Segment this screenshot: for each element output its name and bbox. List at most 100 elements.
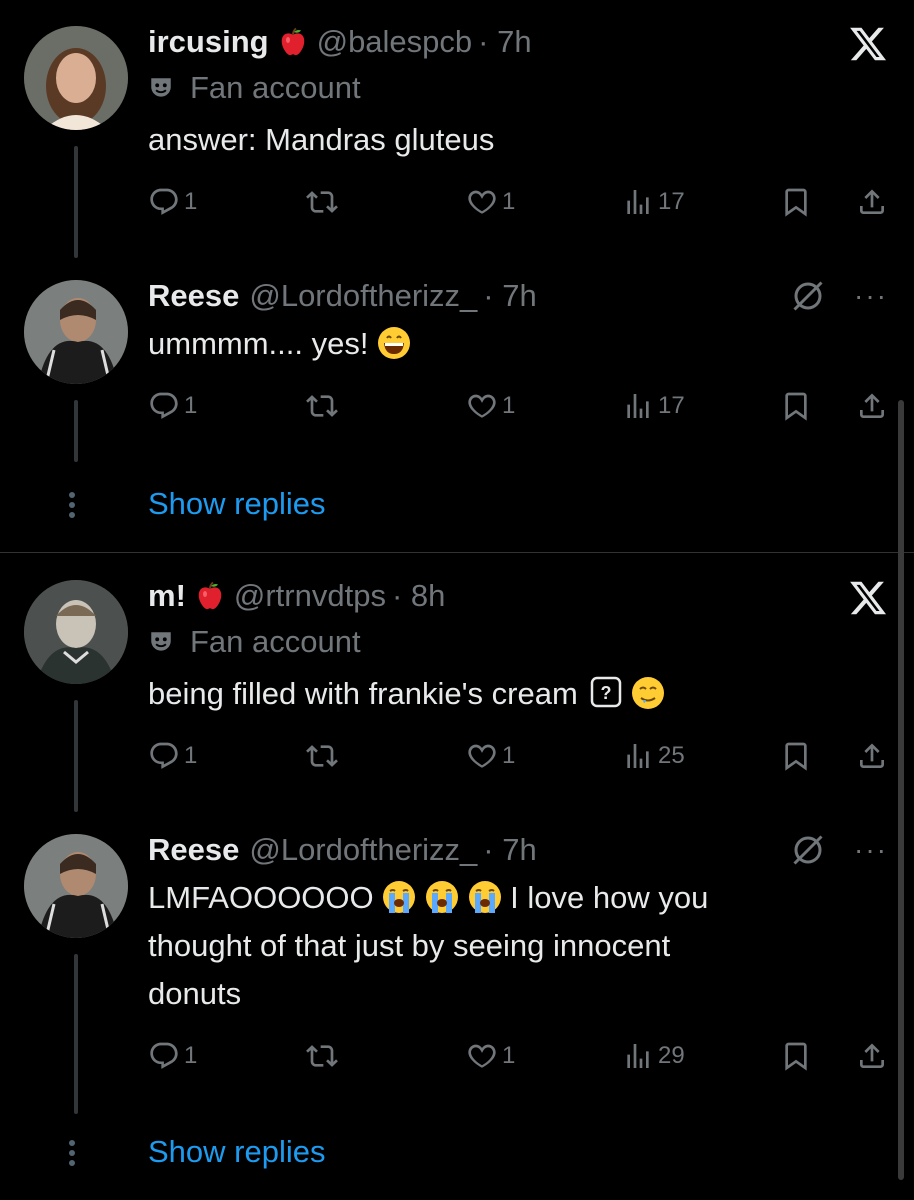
- avatar[interactable]: [24, 580, 128, 684]
- share-icon: [856, 1040, 888, 1072]
- timestamp[interactable]: · 7h: [478, 22, 531, 62]
- badge-label: Fan account: [190, 624, 361, 659]
- crying-emoji-icon: [382, 880, 416, 914]
- share-button[interactable]: [856, 736, 888, 776]
- reply-button[interactable]: 1: [148, 736, 197, 776]
- repost-button[interactable]: [306, 182, 338, 222]
- like-button[interactable]: 1: [466, 182, 515, 222]
- apple-emoji-icon: [196, 581, 224, 611]
- repost-button[interactable]: [306, 386, 338, 426]
- like-count: 1: [502, 188, 516, 215]
- post[interactable]: ircusing @balespcb · 7h Fan account answ…: [0, 22, 914, 258]
- author-handle[interactable]: @Lordoftherizz_: [249, 830, 477, 870]
- like-button[interactable]: 1: [466, 736, 515, 776]
- reply-count: 1: [184, 742, 198, 769]
- heart-icon: [466, 740, 498, 772]
- timestamp[interactable]: · 8h: [392, 576, 445, 616]
- views-icon: [622, 390, 654, 422]
- share-button[interactable]: [856, 386, 888, 426]
- bookmark-icon: [780, 390, 812, 422]
- share-button[interactable]: [856, 1036, 888, 1076]
- views-button[interactable]: 25: [622, 736, 685, 776]
- grok-icon[interactable]: [790, 278, 826, 314]
- heart-icon: [466, 186, 498, 218]
- avatar[interactable]: [24, 834, 128, 938]
- crying-emoji-icon: [425, 880, 459, 914]
- avatar[interactable]: [24, 26, 128, 130]
- timestamp[interactable]: · 7h: [483, 830, 536, 870]
- share-icon: [856, 186, 888, 218]
- author-handle[interactable]: @balespcb: [317, 22, 473, 62]
- post-menu-area: ···: [790, 278, 888, 314]
- reply-count: 1: [184, 392, 198, 419]
- share-button[interactable]: [856, 182, 888, 222]
- views-button[interactable]: 17: [622, 182, 685, 222]
- drooling-emoji-icon: [631, 676, 665, 710]
- reply-icon: [148, 186, 180, 218]
- avatar[interactable]: [24, 280, 128, 384]
- post-text-line1a: LMFAOOOOOO: [148, 880, 374, 915]
- action-bar: 1 1 29: [0, 1036, 914, 1076]
- fan-account-badge: Fan account: [148, 622, 361, 662]
- repost-icon: [306, 186, 338, 218]
- author-handle[interactable]: @Lordoftherizz_: [249, 276, 477, 316]
- share-icon: [856, 740, 888, 772]
- like-button[interactable]: 1: [466, 1036, 515, 1076]
- more-options-icon[interactable]: ···: [854, 836, 888, 864]
- repost-button[interactable]: [306, 1036, 338, 1076]
- thread-dots: [67, 1136, 77, 1170]
- post[interactable]: Reese @Lordoftherizz_ · 7h ··· LMFAOOOOO…: [0, 830, 914, 1114]
- repost-button[interactable]: [306, 736, 338, 776]
- reply-button[interactable]: 1: [148, 386, 197, 426]
- post-text-line1b: I love how you: [510, 880, 709, 915]
- grinning-emoji-icon: [377, 326, 411, 360]
- action-bar: 1 1 17: [0, 386, 914, 426]
- author-name[interactable]: Reese: [148, 276, 239, 316]
- x-logo-icon[interactable]: [848, 24, 888, 64]
- bookmark-button[interactable]: [780, 386, 812, 426]
- show-replies-link[interactable]: Show replies: [148, 484, 325, 524]
- author-name[interactable]: Reese: [148, 830, 239, 870]
- heart-icon: [466, 1040, 498, 1072]
- apple-emoji-icon: [279, 27, 307, 57]
- reply-button[interactable]: 1: [148, 1036, 197, 1076]
- grok-icon[interactable]: [790, 832, 826, 868]
- like-button[interactable]: 1: [466, 386, 515, 426]
- repost-icon: [306, 390, 338, 422]
- reply-button[interactable]: 1: [148, 182, 197, 222]
- more-options-icon[interactable]: ···: [854, 282, 888, 310]
- post-text-line3: donuts: [148, 976, 242, 1011]
- bookmark-button[interactable]: [780, 736, 812, 776]
- views-icon: [622, 186, 654, 218]
- author-name[interactable]: m!: [148, 576, 186, 616]
- scrollbar[interactable]: [898, 400, 904, 1180]
- post-text: being filled with frankie's cream: [148, 670, 848, 718]
- post-text-content: being filled with frankie's cream: [148, 676, 578, 711]
- reply-icon: [148, 740, 180, 772]
- post-text: answer: Mandras gluteus: [148, 122, 495, 157]
- post[interactable]: Reese @Lordoftherizz_ · 7h ··· ummmm....…: [0, 276, 914, 476]
- views-button[interactable]: 17: [622, 386, 685, 426]
- view-count: 29: [658, 1042, 685, 1069]
- reply-count: 1: [184, 188, 198, 215]
- x-logo-icon[interactable]: [848, 578, 888, 618]
- author-handle[interactable]: @rtrnvdtps: [234, 576, 386, 616]
- view-count: 17: [658, 392, 685, 419]
- show-replies-link[interactable]: Show replies: [148, 1132, 325, 1172]
- view-count: 17: [658, 188, 685, 215]
- views-button[interactable]: 29: [622, 1036, 685, 1076]
- timestamp[interactable]: · 7h: [483, 276, 536, 316]
- thread-dots: [67, 488, 77, 522]
- author-name[interactable]: ircusing: [148, 22, 269, 62]
- bookmark-button[interactable]: [780, 1036, 812, 1076]
- thread-line: [74, 954, 78, 1114]
- mask-icon: [148, 75, 174, 101]
- views-icon: [622, 740, 654, 772]
- post[interactable]: m! @rtrnvdtps · 8h Fan account being fil…: [0, 576, 914, 812]
- repost-icon: [306, 1040, 338, 1072]
- bookmark-button[interactable]: [780, 182, 812, 222]
- post-text: ummmm.... yes!: [148, 320, 848, 368]
- bookmark-icon: [780, 740, 812, 772]
- reply-icon: [148, 390, 180, 422]
- action-bar: 1 1 17: [0, 182, 914, 222]
